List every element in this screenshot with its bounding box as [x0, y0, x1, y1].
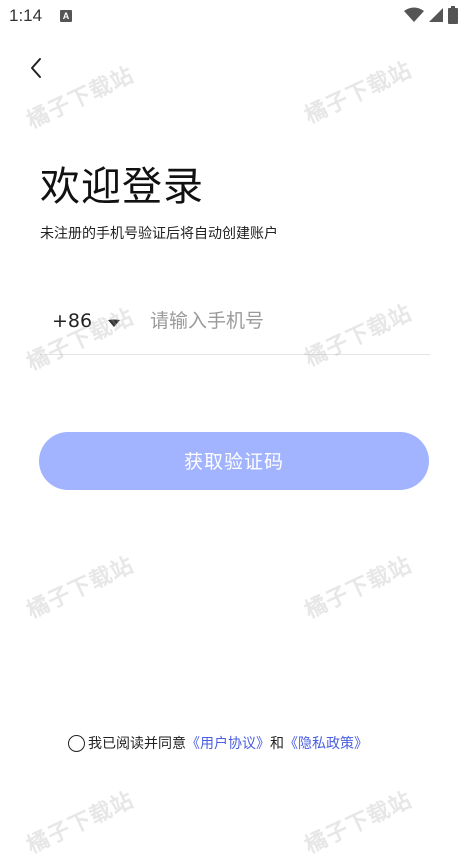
country-code[interactable]: +86 [52, 310, 92, 332]
wifi-icon [404, 7, 424, 22]
status-bar: 1:14 A [0, 0, 468, 32]
agreement-row: 我已阅读并同意 《用户协议》 和 《隐私政策》 [68, 733, 368, 753]
page-subtitle: 未注册的手机号验证后将自动创建账户 [40, 226, 278, 242]
phone-field-row: +86 [40, 296, 430, 355]
notification-badge-icon: A [60, 10, 72, 22]
battery-icon [448, 6, 458, 24]
page-title: 欢迎登录 [40, 164, 204, 210]
watermark: 橘子下载站 [23, 552, 138, 624]
privacy-policy-link[interactable]: 《隐私政策》 [284, 733, 368, 753]
chevron-left-icon [31, 58, 41, 78]
agreement-connector: 和 [270, 736, 284, 752]
signal-icon [429, 8, 443, 22]
agreement-prefix: 我已阅读并同意 [88, 736, 186, 752]
user-agreement-link[interactable]: 《用户协议》 [186, 733, 270, 753]
back-button[interactable] [24, 52, 52, 84]
caret-down-icon[interactable] [106, 316, 122, 330]
agreement-checkbox[interactable] [68, 734, 85, 752]
phone-input[interactable] [150, 304, 420, 338]
watermark: 橘子下载站 [301, 552, 416, 624]
status-icons [404, 6, 458, 24]
watermark: 橘子下载站 [301, 57, 416, 129]
watermark: 橘子下载站 [301, 787, 416, 859]
get-code-button[interactable]: 获取验证码 [39, 432, 429, 490]
status-time: 1:14 [9, 6, 43, 25]
watermark: 橘子下载站 [23, 787, 138, 859]
